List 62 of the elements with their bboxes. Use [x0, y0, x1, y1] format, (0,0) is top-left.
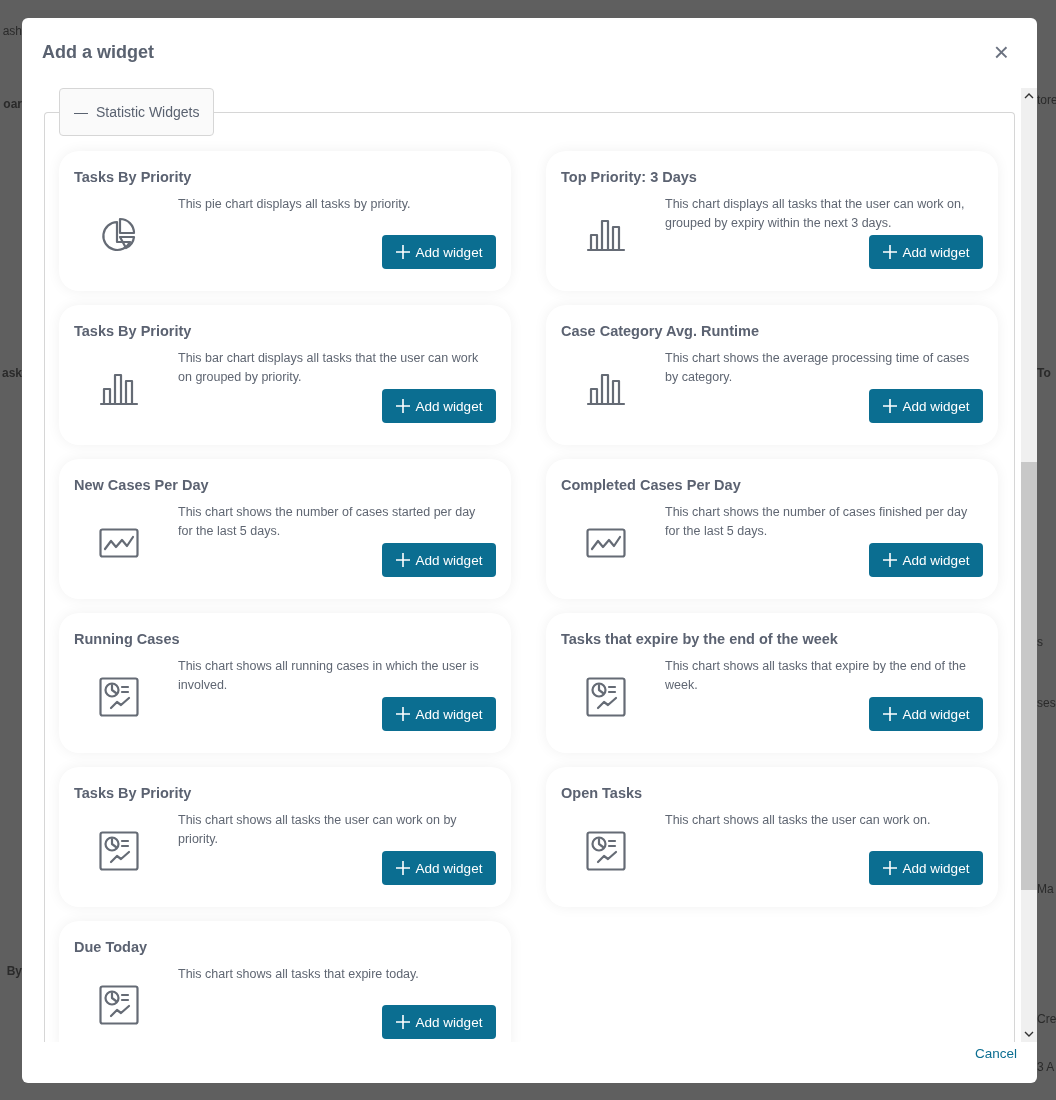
plus-icon [395, 861, 410, 875]
plus-icon [882, 861, 897, 875]
widget-description: This bar chart displays all tasks that the user can work on grouped by priority. [178, 350, 480, 386]
bar-chart-icon [586, 372, 626, 406]
add-widget-button[interactable]: Add widget [869, 543, 983, 577]
dashboard-chart-icon [586, 831, 626, 871]
widget-description: This chart shows all tasks that expire by the end of the week. [665, 658, 967, 694]
widget-title: Running Cases [74, 631, 181, 647]
plus-icon [882, 553, 897, 567]
widget-description: This chart shows the number of cases started per day for the last 5 days. [178, 504, 477, 540]
add-widget-button[interactable]: Add widget [382, 697, 496, 731]
line-chart-icon [99, 528, 139, 558]
widget-title: New Cases Per Day [74, 477, 210, 493]
add-widget-button[interactable]: Add widget [869, 851, 983, 885]
dashboard-chart-icon [99, 677, 139, 717]
add-widget-button[interactable]: Add widget [869, 697, 983, 731]
widget-title: Case Category Avg. Runtime [561, 323, 760, 339]
line-chart-icon [586, 528, 626, 558]
dashboard-chart-icon [99, 985, 139, 1025]
add-widget-button[interactable]: Add widget [869, 235, 983, 269]
bar-chart-icon [586, 218, 626, 252]
add-widget-button[interactable]: Add widget [382, 543, 496, 577]
widget-description: This chart shows all tasks that expire today. [178, 966, 420, 983]
dashboard-chart-icon [586, 677, 626, 717]
plus-icon [395, 1015, 410, 1029]
add-widget-button[interactable]: Add widget [382, 235, 496, 269]
cancel-link[interactable]: Cancel [974, 1046, 1017, 1061]
add-widget-button[interactable]: Add widget [382, 389, 496, 423]
widget-description: This chart displays all tasks that the user can work on, grouped by expiry within the next 3 days. [665, 196, 966, 232]
close-button[interactable]: × [993, 42, 1017, 62]
widget-description: This chart shows the number of cases finished per day for the last 5 days. [665, 504, 969, 540]
scrollbar-thumb[interactable] [1021, 462, 1037, 890]
add-widget-button[interactable]: Add widget [382, 851, 496, 885]
add-widget-button[interactable]: Add widget [382, 1005, 496, 1039]
plus-icon [882, 707, 897, 721]
widget-title: Open Tasks [561, 785, 644, 801]
scroll-up-icon[interactable] [1024, 92, 1034, 100]
widget-title: Tasks By Priority [74, 323, 193, 339]
widget-description: This pie chart displays all tasks by priority. [178, 196, 412, 213]
widget-title: Due Today [74, 939, 149, 955]
widget-description: This chart shows the average processing time of cases by category. [665, 350, 971, 386]
scroll-down-icon[interactable] [1024, 1030, 1034, 1038]
widget-title: Tasks By Priority [74, 785, 193, 801]
plus-icon [395, 707, 410, 721]
dialog-title: Add a widget [42, 41, 154, 63]
widget-description: This chart shows all tasks the user can work on by priority. [178, 812, 458, 848]
scrollbar[interactable] [1021, 88, 1037, 1042]
plus-icon [395, 245, 410, 259]
bar-chart-icon [99, 372, 139, 406]
widget-title: Top Priority: 3 Days [561, 169, 698, 185]
widget-title: Tasks By Priority [74, 169, 193, 185]
widget-description: This chart shows all tasks the user can work on. [665, 812, 932, 829]
widget-description: This chart shows all running cases in which the user is involved. [178, 658, 480, 694]
plus-icon [395, 399, 410, 413]
add-widget-button[interactable]: Add widget [869, 389, 983, 423]
widget-title: Tasks that expire by the end of the week [561, 631, 839, 647]
section-toggle[interactable]: — Statistic Widgets [59, 88, 215, 136]
plus-icon [882, 245, 897, 259]
plus-icon [882, 399, 897, 413]
plus-icon [395, 553, 410, 567]
widget-title: Completed Cases Per Day [561, 477, 742, 493]
dashboard-chart-icon [99, 831, 139, 871]
